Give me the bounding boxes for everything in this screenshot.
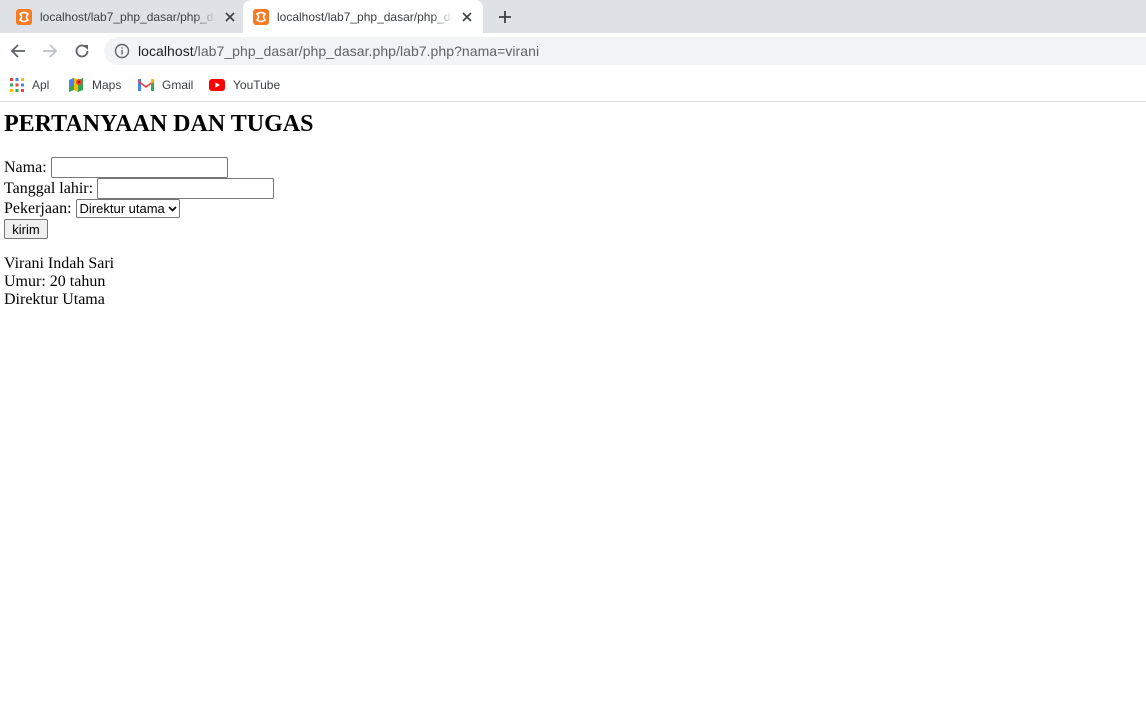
xampp-icon (253, 8, 269, 25)
arrow-right-icon (43, 44, 58, 58)
pekerjaan-row: Pekerjaan: Direktur utama (4, 198, 180, 219)
bookmark-label: Gmail (162, 78, 194, 92)
kirim-button[interactable]: kirim (4, 219, 48, 239)
bookmark-label: Apl (32, 78, 50, 92)
output-age: Umur: 20 tahun (4, 273, 106, 290)
bookmarks-bar: Apl Maps Gmail YouTube (0, 69, 1146, 102)
bookmark-gmail[interactable]: Gmail (138, 75, 193, 95)
url-host: localhost (138, 43, 194, 59)
address-url: localhost/lab7_php_dasar/php_dasar.php/l… (138, 43, 539, 59)
tanggal-label: Tanggal lahir: (4, 179, 94, 197)
pekerjaan-select[interactable]: Direktur utama (75, 199, 180, 218)
forward-button[interactable] (38, 39, 62, 63)
reload-button[interactable] (70, 39, 94, 63)
output-name: Virani Indah Sari (4, 255, 115, 272)
youtube-icon (209, 79, 225, 91)
xampp-icon (16, 8, 32, 25)
chevron-down-icon (168, 205, 177, 212)
browser-toolbar: localhost/lab7_php_dasar/php_dasar.php/l… (0, 33, 1146, 69)
plus-icon (499, 11, 511, 23)
close-tab-icon[interactable] (222, 9, 238, 25)
tab-lab7[interactable]: localhost/lab7_php_dasar/php_dasar.php/l… (6, 0, 241, 33)
pekerjaan-selected: Direktur utama (79, 201, 165, 216)
pekerjaan-label: Pekerjaan: (4, 199, 72, 217)
close-tab-icon[interactable] (459, 9, 475, 25)
output-job: Direktur Utama (4, 291, 105, 308)
nama-row: Nama: (4, 157, 228, 178)
maps-icon (69, 78, 83, 92)
gmail-icon (138, 79, 154, 91)
tanggal-row: Tanggal lahir: (4, 178, 275, 199)
nama-label: Nama: (4, 158, 47, 176)
url-path: /lab7_php_dasar/php_dasar.php/lab7.php?n… (193, 43, 540, 59)
bookmark-apps[interactable]: Apl (10, 75, 49, 95)
tab-lab7-active[interactable]: localhost/lab7_php_dasar/php_dasar.php/l… (243, 0, 483, 33)
tab-title: localhost/lab7_php_dasar/php_dasar.php/l… (277, 9, 453, 24)
nama-input[interactable] (50, 157, 228, 178)
info-icon[interactable] (114, 43, 130, 59)
apps-grid-icon (10, 78, 24, 92)
new-tab-button[interactable] (495, 7, 515, 27)
page-content: PERTANYAAN DAN TUGAS Nama: Tanggal lahir… (0, 102, 1146, 702)
address-bar[interactable]: localhost/lab7_php_dasar/php_dasar.php/l… (104, 37, 1146, 65)
back-button[interactable] (6, 39, 30, 63)
bookmark-label: Maps (92, 78, 122, 92)
bookmark-label: YouTube (233, 78, 281, 92)
arrow-left-icon (10, 44, 25, 58)
tanggal-lahir-input[interactable] (97, 178, 275, 199)
page-title: PERTANYAAN DAN TUGAS (4, 111, 314, 137)
bookmark-youtube[interactable]: YouTube (209, 75, 280, 95)
bookmark-maps[interactable]: Maps (68, 75, 121, 95)
reload-icon (75, 44, 89, 58)
tab-title: localhost/lab7_php_dasar/php_dasar.php/l… (40, 9, 216, 24)
tab-strip: localhost/lab7_php_dasar/php_dasar.php/l… (0, 0, 1146, 33)
